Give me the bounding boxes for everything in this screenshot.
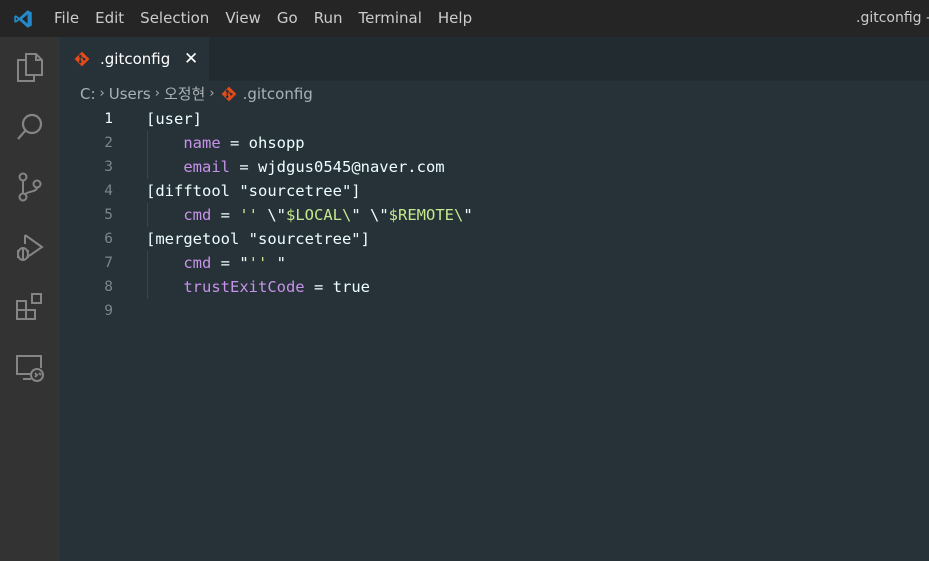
line-number: 5 [104, 207, 113, 223]
menu-bar: File Edit Selection View Go Run Terminal… [46, 0, 480, 37]
remote-explorer-icon[interactable] [0, 337, 60, 397]
tab-bar: .gitconfig ✕ [60, 37, 929, 81]
menu-terminal[interactable]: Terminal [351, 0, 430, 37]
code-line[interactable]: 5 cmd = '' \"$LOCAL\" \"$REMOTE\" [60, 203, 929, 227]
code-text: cmd = "'' " [146, 251, 286, 275]
code-text: cmd = '' \"$LOCAL\" \"$REMOTE\" [146, 203, 473, 227]
tab-label: .gitconfig [100, 50, 171, 68]
breadcrumb-separator: › [154, 86, 160, 101]
code-token: \" [258, 206, 286, 224]
breadcrumb-user-folder[interactable]: 오정현 [164, 81, 205, 107]
activity-bar [0, 37, 60, 561]
code-token: " \" [351, 206, 389, 224]
code-token: $REMOTE\ [388, 206, 464, 224]
menu-run[interactable]: Run [306, 0, 351, 37]
line-number: 7 [104, 255, 113, 271]
code-token: '' [239, 206, 258, 224]
vscode-logo-icon [0, 0, 46, 37]
menu-file[interactable]: File [46, 0, 87, 37]
menu-selection[interactable]: Selection [132, 0, 217, 37]
code-token: trustExitCode [183, 278, 305, 296]
line-number: 8 [104, 279, 113, 295]
code-text: trustExitCode = true [146, 275, 370, 299]
code-line[interactable]: 4 [difftool "sourcetree"] [60, 179, 929, 203]
code-token: = [211, 254, 240, 272]
search-icon[interactable] [0, 97, 60, 157]
code-token: [user] [146, 110, 202, 128]
code-text: [user] [146, 107, 202, 131]
line-number: 6 [104, 231, 113, 247]
git-icon [74, 51, 90, 67]
code-line[interactable]: 3 email = wjdgus0545@naver.com [60, 155, 929, 179]
code-token: = ohsopp [220, 134, 305, 152]
code-line[interactable]: 6 [mergetool "sourcetree"] [60, 227, 929, 251]
git-icon [221, 86, 237, 102]
extensions-icon[interactable] [0, 277, 60, 337]
code-line[interactable]: 7 cmd = "'' " [60, 251, 929, 275]
code-text: [difftool "sourcetree"] [146, 179, 361, 203]
code-token: name [183, 134, 221, 152]
breadcrumb: C: › Users › 오정현 › .gitconfig [60, 81, 929, 107]
code-token: = true [304, 278, 370, 296]
code-token: email [183, 158, 230, 176]
source-control-icon[interactable] [0, 157, 60, 217]
code-token: = wjdgus0545@naver.com [230, 158, 445, 176]
code-token: " [239, 254, 249, 272]
code-text: name = ohsopp [146, 131, 305, 155]
code-token: " [463, 206, 473, 224]
code-token: " [267, 254, 287, 272]
code-token: [mergetool "sourcetree"] [146, 230, 370, 248]
code-editor[interactable]: 1 [user] 2 name = ohsopp 3 email = wjdgus05… [60, 107, 929, 561]
menu-view[interactable]: View [217, 0, 269, 37]
code-token: '' [248, 254, 268, 272]
window-title: .gitconfig - Visual Studio Code [856, 10, 929, 26]
line-number: 9 [104, 303, 113, 319]
code-line[interactable]: 2 name = ohsopp [60, 131, 929, 155]
code-line[interactable]: 8 trustExitCode = true [60, 275, 929, 299]
menu-help[interactable]: Help [430, 0, 480, 37]
title-bar: File Edit Selection View Go Run Terminal… [0, 0, 929, 37]
line-number: 4 [104, 183, 113, 199]
breadcrumb-separator: › [209, 86, 215, 101]
line-number: 1 [104, 111, 113, 127]
explorer-icon[interactable] [0, 37, 60, 97]
code-text: email = wjdgus0545@naver.com [146, 155, 445, 179]
close-icon[interactable]: ✕ [184, 37, 198, 81]
code-token: $LOCAL\ [286, 206, 352, 224]
code-line[interactable]: 1 [user] [60, 107, 929, 131]
breadcrumb-file[interactable]: .gitconfig [243, 81, 313, 107]
run-debug-icon[interactable] [0, 217, 60, 277]
code-token: = [211, 206, 240, 224]
breadcrumb-drive[interactable]: C: [80, 81, 96, 107]
tab-gitconfig[interactable]: .gitconfig ✕ [60, 37, 209, 81]
line-number: 2 [104, 135, 113, 151]
line-number: 3 [104, 159, 113, 175]
menu-edit[interactable]: Edit [87, 0, 132, 37]
breadcrumb-separator: › [99, 86, 105, 101]
code-token: cmd [183, 254, 212, 272]
menu-go[interactable]: Go [269, 0, 306, 37]
code-token: cmd [183, 206, 212, 224]
code-token: [difftool "sourcetree"] [146, 182, 361, 200]
breadcrumb-users[interactable]: Users [109, 81, 151, 107]
code-text: [mergetool "sourcetree"] [146, 227, 370, 251]
code-line[interactable]: 9 [60, 299, 929, 323]
